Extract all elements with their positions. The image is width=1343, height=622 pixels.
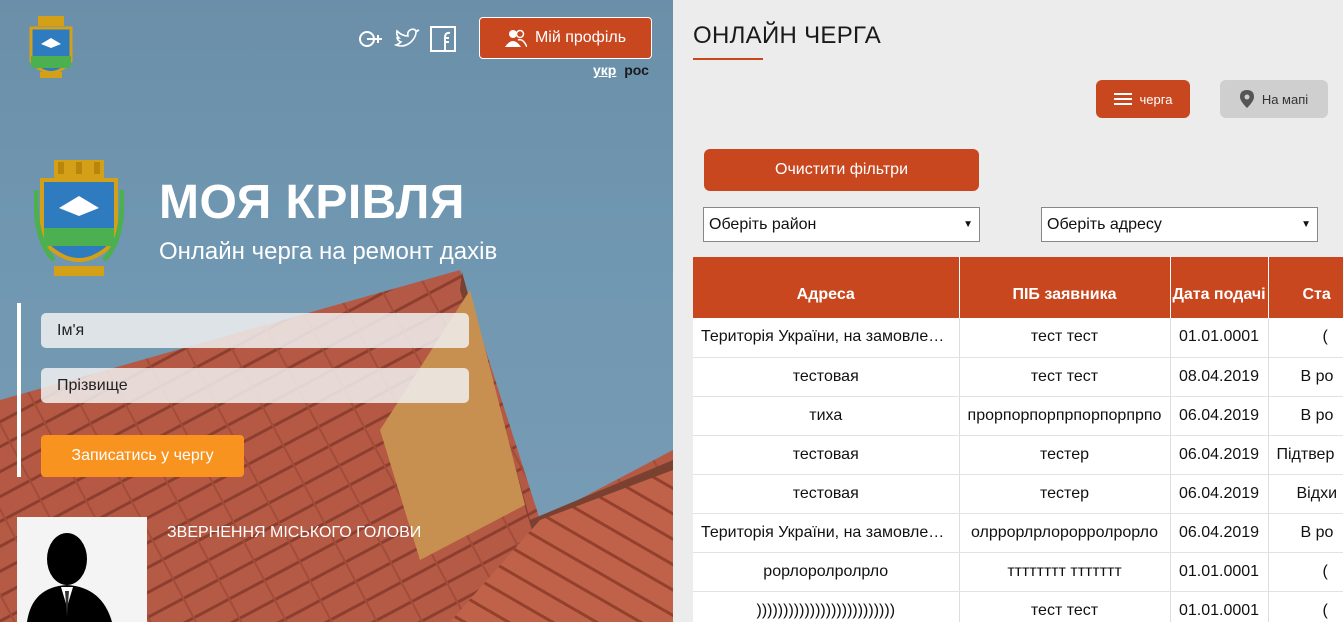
site-title: МОЯ КРІВЛЯ [159, 176, 465, 229]
lang-ukr-link[interactable]: укр [593, 62, 616, 78]
table-header-row: Адреса ПІБ заявника Дата подачі Ста [693, 257, 1343, 318]
column-header-applicant[interactable]: ПІБ заявника [959, 257, 1171, 318]
cell-date: 08.04.2019 [1170, 357, 1269, 397]
cell-status: В ро [1268, 513, 1343, 553]
title-underline [693, 58, 763, 60]
last-name-input[interactable]: Прізвище [41, 368, 469, 403]
cell-address: Територія України, на замовлення [693, 318, 960, 358]
cell-address: рорлоролролрло [693, 552, 960, 592]
cell-applicant: тестер [959, 474, 1171, 514]
table-row[interactable]: тиха прорпорпорпрпорпорпрпо 06.04.2019 В ро [693, 396, 1343, 436]
cell-applicant: тестер [959, 435, 1171, 475]
column-header-address[interactable]: Адреса [693, 257, 960, 318]
district-select[interactable]: Оберіть район ▼ [703, 207, 980, 242]
join-queue-button[interactable]: Записатись у чергу [41, 435, 244, 477]
language-switcher: укр рос [593, 62, 649, 78]
table-row[interactable]: тестовая тестер 06.04.2019 Відхи [693, 474, 1343, 514]
district-select-value: Оберіть район [709, 215, 817, 233]
cell-date: 01.01.0001 [1170, 591, 1269, 622]
cell-applicant: прорпорпорпрпорпорпрпо [959, 396, 1171, 436]
map-pin-icon [1239, 90, 1254, 108]
cell-applicant: тест тест [959, 591, 1171, 622]
users-icon [504, 29, 527, 47]
cell-address: тестовая [693, 435, 960, 475]
lang-ros-link[interactable]: рос [624, 62, 649, 78]
table-row[interactable]: рорлоролролрло тттттттт ттттттт 01.01.0001… [693, 552, 1343, 592]
table-row[interactable]: Територія України, на замовлення олррорлр… [693, 513, 1343, 553]
cell-address: тестовая [693, 357, 960, 397]
queue-panel: ОНЛАЙН ЧЕРГА черга На мапі Очистити філь… [673, 0, 1343, 622]
queue-title: ОНЛАЙН ЧЕРГА [693, 22, 882, 49]
cell-address: тестовая [693, 474, 960, 514]
map-view-button[interactable]: На мапі [1220, 80, 1328, 118]
my-profile-label: Мій профіль [534, 29, 627, 46]
cell-applicant: тест тест [959, 357, 1171, 397]
dropdown-arrow-icon: ▼ [1301, 219, 1311, 230]
mayor-appeal-link[interactable]: ЗВЕРНЕННЯ МІСЬКОГО ГОЛОВИ [167, 524, 421, 542]
menu-icon [1113, 93, 1132, 105]
google-plus-icon[interactable] [358, 26, 384, 52]
cell-date: 01.01.0001 [1170, 318, 1269, 358]
site-subtitle: Онлайн черга на ремонт дахів [159, 238, 498, 265]
form-accent-bar [17, 303, 21, 477]
cell-status: В ро [1268, 396, 1343, 436]
cell-applicant: олррорлрлорорролрорло [959, 513, 1171, 553]
cell-date: 01.01.0001 [1170, 552, 1269, 592]
map-view-label: На мапі [1261, 91, 1309, 107]
table-row[interactable]: Територія України, на замовлення тест тес… [693, 318, 1343, 358]
cell-status: ( [1268, 552, 1343, 592]
clear-filters-button[interactable]: Очистити фільтри [704, 149, 979, 191]
address-select-value: Оберіть адресу [1047, 215, 1162, 233]
column-header-date[interactable]: Дата подачі [1170, 257, 1269, 318]
cell-status: ( [1268, 591, 1343, 622]
queue-view-label: черга [1139, 91, 1173, 107]
table-row[interactable]: тестовая тестер 06.04.2019 Підтвер [693, 435, 1343, 475]
cell-date: 06.04.2019 [1170, 513, 1269, 553]
address-select[interactable]: Оберіть адресу ▼ [1041, 207, 1318, 242]
cell-applicant: тест тест [959, 318, 1171, 358]
cell-status: ( [1268, 318, 1343, 358]
queue-table: Адреса ПІБ заявника Дата подачі Ста Тери… [693, 257, 1343, 622]
facebook-icon[interactable] [430, 26, 456, 52]
twitter-icon[interactable] [394, 26, 420, 52]
cell-date: 06.04.2019 [1170, 435, 1269, 475]
cell-address: Територія України, на замовлення [693, 513, 960, 553]
cell-status: В ро [1268, 357, 1343, 397]
cell-status: Підтвер [1268, 435, 1343, 475]
first-name-input[interactable]: Ім'я [41, 313, 469, 348]
column-header-status[interactable]: Ста [1268, 257, 1343, 318]
my-profile-button[interactable]: Мій профіль [479, 17, 652, 59]
mayor-avatar[interactable] [17, 517, 147, 622]
city-crest-emblem [34, 160, 124, 276]
social-links [358, 26, 456, 52]
cell-address: )))))))))))))))))))))))))) [693, 591, 960, 622]
cell-status: Відхи [1268, 474, 1343, 514]
queue-view-button[interactable]: черга [1096, 80, 1190, 118]
table-row[interactable]: )))))))))))))))))))))))))) тест тест 01.01… [693, 591, 1343, 622]
cell-date: 06.04.2019 [1170, 396, 1269, 436]
cell-address: тиха [693, 396, 960, 436]
hero-panel: Мій профіль укр рос МОЯ КРІВЛЯ Онлайн че… [0, 0, 673, 622]
dropdown-arrow-icon: ▼ [963, 219, 973, 230]
cell-applicant: тттттттт ттттттт [959, 552, 1171, 592]
city-crest-logo[interactable] [26, 16, 76, 86]
cell-date: 06.04.2019 [1170, 474, 1269, 514]
table-row[interactable]: тестовая тест тест 08.04.2019 В ро [693, 357, 1343, 397]
